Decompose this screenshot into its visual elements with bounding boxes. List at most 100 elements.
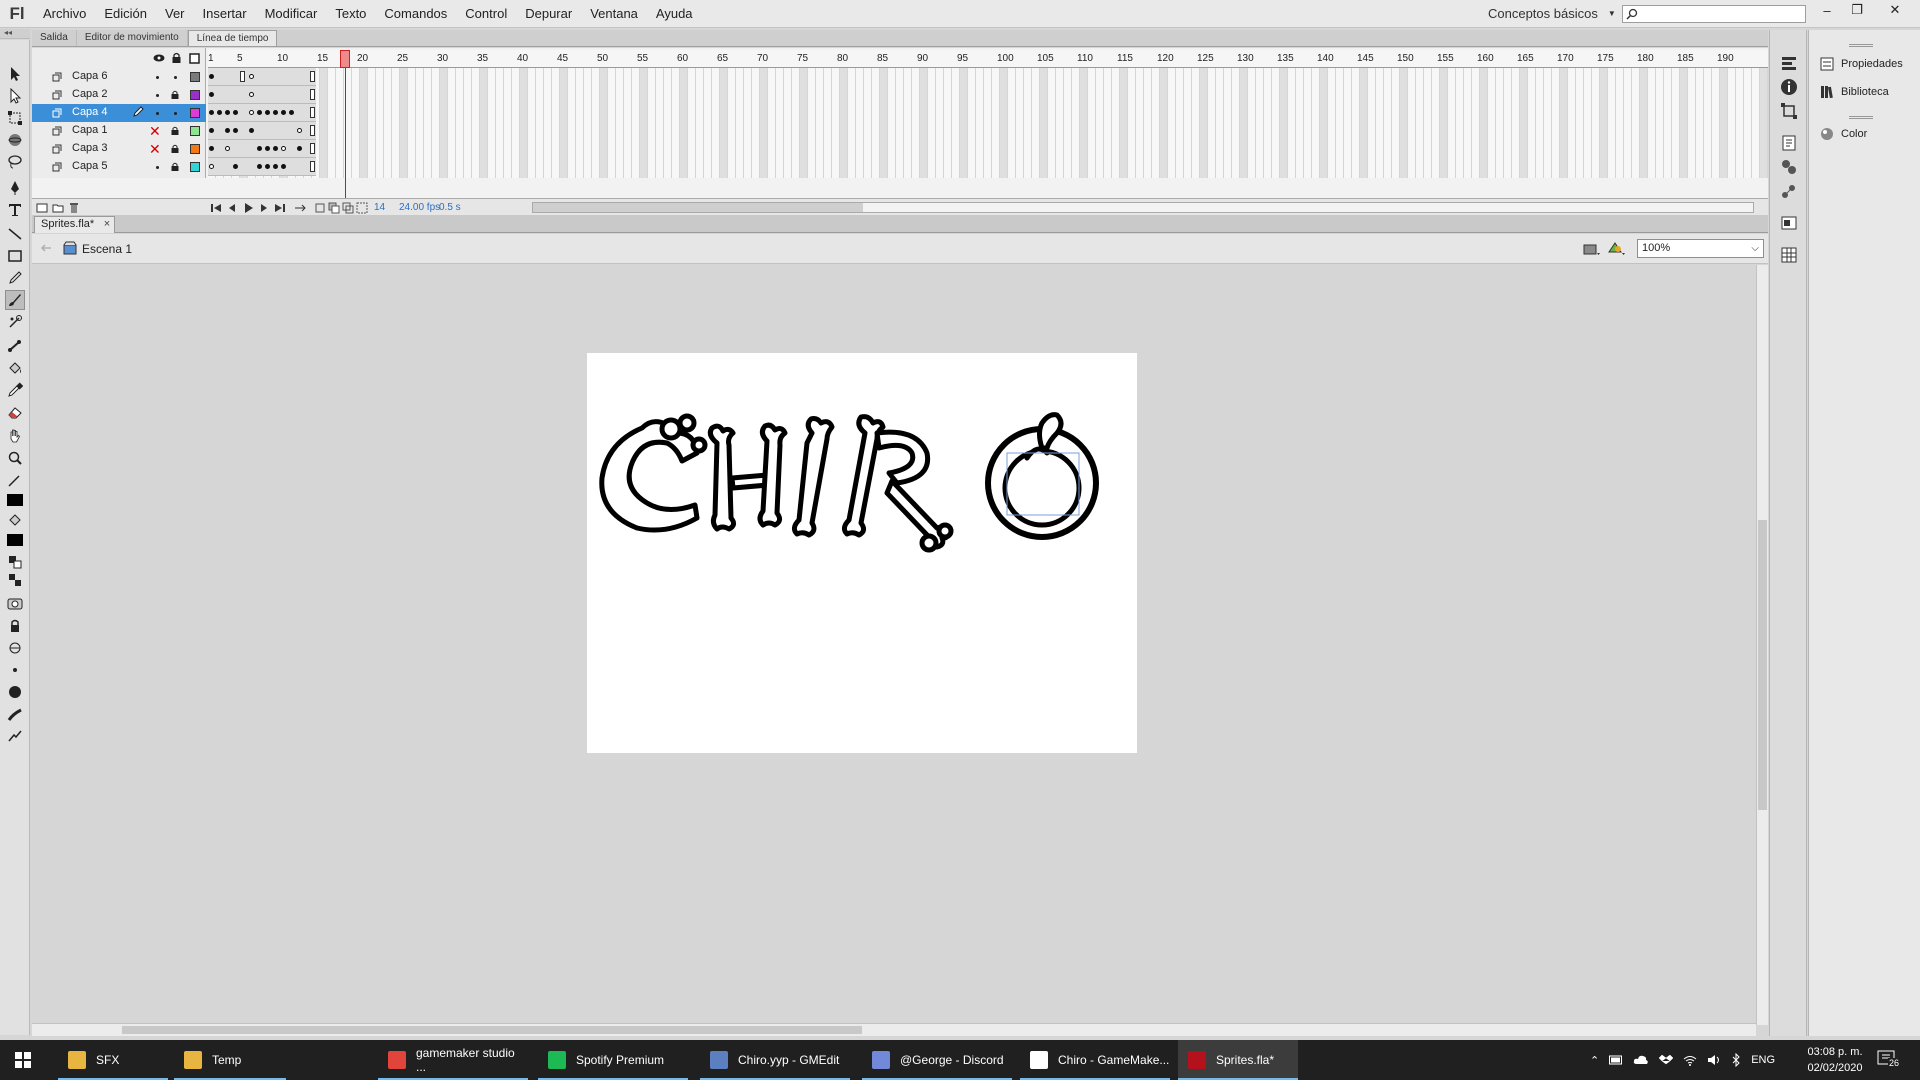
start-button[interactable]	[0, 1040, 46, 1080]
keyframe[interactable]	[209, 92, 214, 97]
stroke-color-icon[interactable]	[5, 470, 25, 490]
bone-tool-icon[interactable]	[5, 336, 25, 356]
keyframe[interactable]	[225, 128, 230, 133]
menu-insertar[interactable]: Insertar	[194, 0, 256, 28]
language-indicator[interactable]: ENG	[1751, 1054, 1775, 1066]
tab-linea-tiempo[interactable]: Línea de tiempo	[187, 30, 278, 46]
layer-name[interactable]: Capa 5	[72, 160, 107, 172]
keyframe[interactable]	[273, 146, 278, 151]
layer-color-swatch[interactable]	[190, 162, 200, 172]
layer-name[interactable]: Capa 1	[72, 124, 107, 136]
menu-ventana[interactable]: Ventana	[581, 0, 647, 28]
document-tab[interactable]: Sprites.fla* ×	[34, 216, 116, 233]
frame-row[interactable]	[208, 140, 316, 158]
play-icon[interactable]	[242, 202, 254, 214]
object-drawing-icon[interactable]	[5, 594, 25, 614]
empty-keyframe[interactable]	[297, 128, 302, 133]
layer-color-swatch[interactable]	[190, 126, 200, 136]
visibility-dot[interactable]	[156, 94, 159, 97]
frame-grid[interactable]	[208, 68, 1768, 178]
battery-icon[interactable]	[1609, 1055, 1623, 1065]
menu-archivo[interactable]: Archivo	[34, 0, 95, 28]
align-panel-icon[interactable]	[1780, 54, 1798, 72]
stage-canvas[interactable]	[587, 353, 1137, 753]
tab-salida[interactable]: Salida	[32, 30, 77, 46]
keyframe[interactable]	[273, 164, 278, 169]
fill-color-icon[interactable]	[5, 510, 25, 530]
lock-icon[interactable]	[172, 52, 181, 63]
layer-row[interactable]: Capa 2	[32, 86, 206, 104]
restore-button[interactable]: ❐	[1842, 0, 1872, 20]
onion-skin-icon[interactable]	[328, 202, 340, 214]
menu-ver[interactable]: Ver	[156, 0, 194, 28]
zoom-tool-icon[interactable]	[5, 448, 25, 468]
info-panel-icon[interactable]	[1780, 78, 1798, 96]
taskbar-item[interactable]: Chiro.yyp - GMEdit	[700, 1040, 850, 1080]
empty-keyframe[interactable]	[281, 146, 286, 151]
next-frame-icon[interactable]	[258, 202, 270, 214]
keyframe[interactable]	[281, 164, 286, 169]
rectangle-tool-icon[interactable]	[5, 246, 25, 266]
code-snippets-icon[interactable]	[1780, 134, 1798, 152]
brush-tool-icon[interactable]	[5, 290, 25, 310]
keyframe[interactable]	[257, 164, 262, 169]
minimize-button[interactable]: –	[1812, 0, 1842, 20]
eraser-tool-icon[interactable]	[5, 402, 25, 422]
eyedropper-tool-icon[interactable]	[5, 380, 25, 400]
layer-name[interactable]: Capa 2	[72, 88, 107, 100]
loop-icon[interactable]	[294, 202, 306, 214]
movie-explorer-icon[interactable]	[1780, 214, 1798, 232]
frame-row[interactable]	[208, 158, 316, 176]
frame-row[interactable]	[208, 68, 316, 86]
swap-colors-icon[interactable]	[5, 570, 25, 590]
text-tool-icon[interactable]	[5, 200, 25, 220]
layer-color-swatch[interactable]	[190, 72, 200, 82]
keyframe[interactable]	[209, 128, 214, 133]
keyframe[interactable]	[217, 110, 222, 115]
empty-keyframe[interactable]	[249, 92, 254, 97]
brush-size-large-icon[interactable]	[5, 682, 25, 702]
keyframe[interactable]	[281, 110, 286, 115]
taskbar-item[interactable]: Sprites.fla*	[1178, 1040, 1298, 1080]
keyframe[interactable]	[233, 128, 238, 133]
lock-icon[interactable]	[171, 162, 179, 171]
lock-dot[interactable]	[174, 76, 177, 79]
panel-biblioteca[interactable]: Biblioteca	[1819, 82, 1889, 102]
panel-color[interactable]: Color	[1819, 124, 1867, 144]
chevron-up-icon[interactable]: ⌃	[1590, 1054, 1599, 1067]
keyframe[interactable]	[209, 146, 214, 151]
keyframe[interactable]	[233, 110, 238, 115]
keyframe[interactable]	[233, 164, 238, 169]
current-frame[interactable]: 14	[374, 202, 385, 213]
horizontal-scrollbar[interactable]	[32, 1023, 1756, 1036]
delete-layer-icon[interactable]	[68, 202, 80, 214]
taskbar-item[interactable]: Chiro - GameMake...	[1020, 1040, 1170, 1080]
frame-row[interactable]	[208, 104, 316, 122]
frame-rate[interactable]: 24.00 fps	[399, 202, 440, 213]
onion-outline-icon[interactable]	[342, 202, 354, 214]
dropbox-icon[interactable]	[1659, 1054, 1674, 1066]
timeline-scrollbar[interactable]	[532, 202, 1754, 213]
keyframe[interactable]	[209, 110, 214, 115]
brush-shape-icon[interactable]	[5, 704, 25, 724]
transform-panel-icon[interactable]	[1780, 102, 1798, 120]
zoom-dropdown[interactable]: 100% ⌵	[1637, 239, 1764, 258]
lock-icon[interactable]	[171, 144, 179, 153]
empty-keyframe[interactable]	[249, 110, 254, 115]
edit-multiple-icon[interactable]	[356, 202, 368, 214]
scene-label[interactable]: Escena 1	[82, 242, 132, 256]
empty-keyframe[interactable]	[249, 74, 254, 79]
lock-icon[interactable]	[171, 126, 179, 135]
keyframe[interactable]	[209, 74, 214, 79]
back-arrow-icon[interactable]	[40, 243, 52, 253]
new-folder-icon[interactable]	[52, 202, 64, 214]
layer-color-swatch[interactable]	[190, 90, 200, 100]
selection-tool-icon[interactable]	[5, 64, 25, 84]
taskbar-item[interactable]: @George - Discord	[862, 1040, 1012, 1080]
keyframe[interactable]	[257, 146, 262, 151]
vertical-scrollbar[interactable]	[1756, 265, 1768, 1025]
lasso-tool-icon[interactable]	[5, 152, 25, 172]
swatches-icon[interactable]	[1780, 246, 1798, 264]
workspace-switcher[interactable]: Conceptos básicos ▼	[1480, 4, 1624, 24]
playhead[interactable]	[340, 50, 350, 68]
